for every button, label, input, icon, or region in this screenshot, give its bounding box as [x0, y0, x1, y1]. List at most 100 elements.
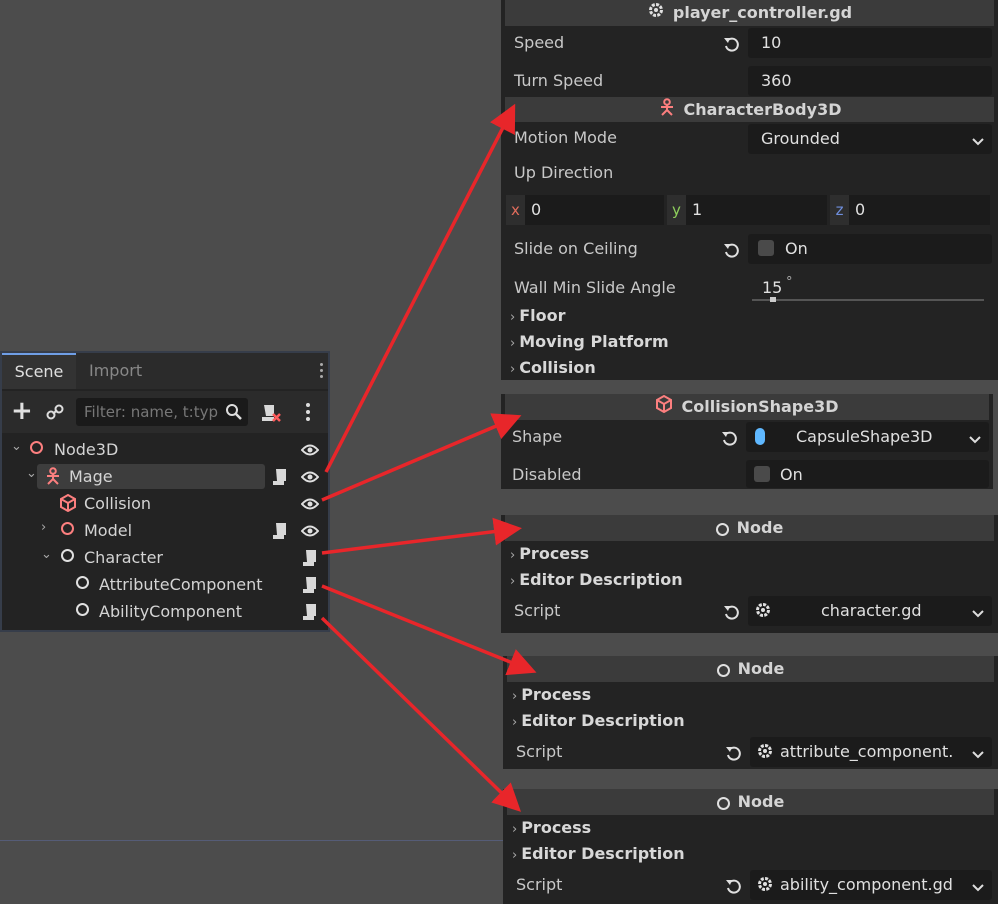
axis-x-label: x — [506, 195, 525, 225]
character-body-icon — [658, 98, 676, 123]
property-turn-speed: Turn Speed 360 — [501, 65, 998, 99]
node-header: Node — [507, 789, 994, 815]
reset-icon[interactable] — [723, 604, 741, 626]
script-icon[interactable] — [272, 468, 288, 490]
chevron-down-icon[interactable]: ⌄ — [26, 466, 37, 481]
reset-icon[interactable] — [725, 878, 743, 900]
section-label: Collision — [519, 358, 596, 377]
section-label: Process — [521, 818, 592, 837]
shape-select[interactable]: CapsuleShape3D — [746, 422, 989, 452]
section-label: Editor Description — [519, 570, 683, 589]
reset-icon[interactable] — [723, 36, 741, 58]
node-icon — [716, 790, 730, 816]
filter-input[interactable] — [76, 398, 224, 426]
tab-import[interactable]: Import — [89, 353, 142, 389]
visibility-eye-icon[interactable] — [300, 469, 320, 488]
section-label: Floor — [519, 306, 566, 325]
visibility-eye-icon[interactable] — [300, 496, 320, 515]
property-label: Up Direction — [514, 163, 614, 182]
scene-tabbar: Scene Import — [2, 353, 328, 389]
tree-item-label: Collision — [84, 494, 152, 513]
node-icon — [76, 576, 89, 589]
filter-field[interactable] — [76, 398, 248, 426]
add-node-icon[interactable]: + — [11, 398, 33, 424]
tree-item-node3d[interactable]: ⌄ Node3D — [2, 437, 328, 463]
more-options-icon[interactable] — [306, 403, 310, 424]
script-icon[interactable] — [272, 522, 288, 544]
reset-icon[interactable] — [721, 430, 739, 452]
tree-item-label: AbilityComponent — [99, 602, 243, 621]
tree-item-ability-component[interactable]: AbilityComponent — [2, 599, 328, 625]
section-label: Editor Description — [521, 711, 685, 730]
speed-field[interactable]: 10 — [748, 28, 992, 58]
reset-icon[interactable] — [723, 242, 741, 264]
section-label: Process — [519, 544, 590, 563]
chevron-down-icon[interactable]: ⌄ — [41, 547, 52, 562]
node-icon — [715, 516, 729, 542]
section-process[interactable]: › Process — [510, 544, 589, 563]
select-value: ability_component.gd — [780, 875, 953, 894]
chevron-down-icon[interactable]: ⌄ — [11, 439, 22, 454]
script-select[interactable]: ability_component.gd — [750, 870, 992, 900]
chevron-down-icon — [972, 604, 984, 623]
property-speed: Speed 10 — [501, 27, 998, 61]
property-label: Slide on Ceiling — [514, 239, 638, 258]
slide-on-ceiling-checkbox[interactable]: On — [748, 234, 992, 264]
reset-icon[interactable] — [725, 745, 743, 767]
script-select[interactable]: character.gd — [748, 596, 992, 626]
up-x-field[interactable]: x0 — [506, 195, 664, 225]
visibility-eye-icon[interactable] — [300, 523, 320, 542]
script-icon[interactable] — [302, 576, 318, 598]
property-script: Script ability_component.gd — [503, 869, 998, 903]
script-select[interactable]: attribute_component. — [750, 737, 992, 767]
section-moving-platform[interactable]: › Moving Platform — [510, 332, 669, 351]
motion-mode-select[interactable]: Grounded — [748, 124, 992, 154]
inspector-ability-node: Node › Process › Editor Description Script… — [503, 789, 998, 904]
section-editor-description[interactable]: › Editor Description — [512, 844, 685, 863]
field-value: 0 — [855, 200, 866, 219]
script-icon[interactable] — [302, 603, 318, 625]
section-editor-description[interactable]: › Editor Description — [510, 570, 683, 589]
select-value: CapsuleShape3D — [796, 427, 933, 446]
slider-handle[interactable] — [770, 297, 776, 302]
link-icon[interactable] — [46, 403, 64, 425]
checkbox[interactable] — [758, 240, 774, 256]
tab-scene[interactable]: Scene — [2, 353, 76, 389]
search-icon — [225, 403, 242, 424]
section-editor-description[interactable]: › Editor Description — [512, 711, 685, 730]
node-title: Node — [737, 659, 785, 678]
property-disabled: Disabled On — [501, 459, 993, 493]
section-process[interactable]: › Process — [512, 818, 591, 837]
property-label: Script — [516, 875, 563, 894]
tree-item-character[interactable]: ⌄ Character — [2, 545, 328, 571]
property-script: Script character.gd — [501, 595, 998, 629]
dock-menu-icon[interactable] — [320, 363, 324, 381]
tree-item-label: Mage — [69, 467, 113, 486]
property-up-direction: Up Direction — [501, 157, 998, 191]
select-value: attribute_component. — [780, 742, 954, 761]
detach-script-icon[interactable] — [260, 402, 282, 428]
tree-item-mage[interactable]: ⌄ Mage — [2, 464, 328, 490]
section-floor[interactable]: › Floor — [510, 306, 566, 325]
disabled-checkbox[interactable]: On — [746, 460, 989, 488]
up-y-field[interactable]: y1 — [667, 195, 827, 225]
section-collision[interactable]: › Collision — [510, 358, 596, 377]
checkbox-label: On — [785, 239, 808, 258]
visibility-eye-icon[interactable] — [300, 442, 320, 461]
chevron-right-icon[interactable]: › — [41, 520, 46, 535]
tree-item-attribute-component[interactable]: AttributeComponent — [2, 572, 328, 598]
script-title: player_controller.gd — [672, 3, 853, 22]
property-label: Shape — [512, 427, 563, 446]
section-process[interactable]: › Process — [512, 685, 591, 704]
property-label: Motion Mode — [514, 128, 617, 147]
checkbox[interactable] — [754, 466, 770, 482]
collision-shape-icon — [59, 493, 77, 516]
tree-item-model[interactable]: › Model — [2, 518, 328, 544]
script-icon[interactable] — [302, 549, 318, 571]
node-header: Node — [505, 515, 994, 541]
arrow-attribute-to-node — [321, 584, 537, 676]
up-z-field[interactable]: z0 — [830, 195, 990, 225]
tree-item-collision[interactable]: Collision — [2, 491, 328, 517]
turn-speed-field[interactable]: 360 — [748, 66, 992, 96]
wall-min-slider[interactable]: 15 ° — [748, 272, 992, 302]
